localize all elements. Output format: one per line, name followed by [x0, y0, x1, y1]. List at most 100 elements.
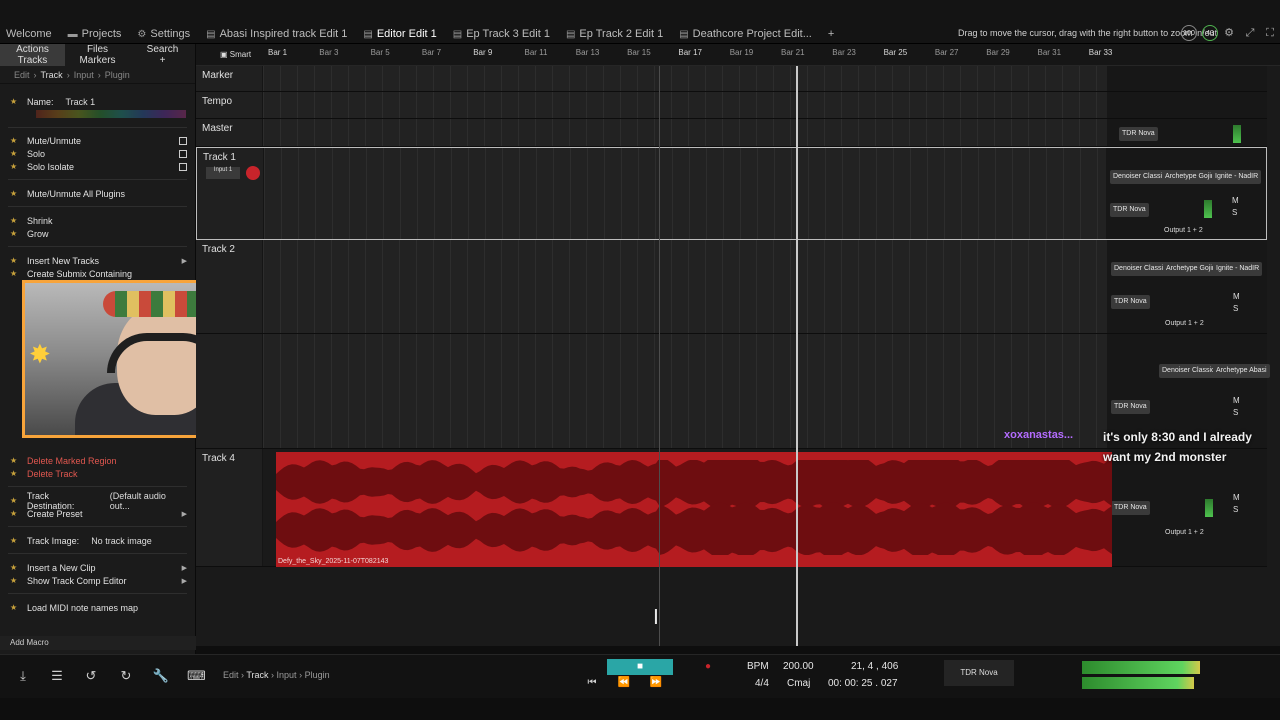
track-header[interactable]: Master: [196, 119, 263, 146]
solo-button[interactable]: S: [1233, 505, 1238, 514]
track-2[interactable]: Track 2 Denoiser Classic Archetype Gojira I…: [196, 240, 1267, 334]
track-lane[interactable]: [264, 148, 1106, 239]
master-plugin-slot[interactable]: TDR Nova: [944, 660, 1014, 686]
keyboard-icon[interactable]: ⌨: [187, 667, 206, 685]
plugin-denoiser[interactable]: Denoiser Classic: [1159, 364, 1218, 378]
audio-clip[interactable]: Defy_the_Sky_2025-11-07T082143: [276, 452, 1112, 567]
marker-track[interactable]: Marker: [196, 66, 1267, 92]
mute-button[interactable]: M: [1233, 396, 1240, 405]
tab-6[interactable]: ▤ Ep Track 2 Edit 1: [560, 24, 673, 44]
track-header[interactable]: Track 4: [196, 449, 263, 566]
bpm-label[interactable]: BPM: [747, 661, 769, 672]
track-header[interactable]: [196, 334, 263, 448]
output-label[interactable]: Output 1 + 2: [1165, 529, 1204, 536]
favorite-star-icon[interactable]: ★: [10, 576, 20, 585]
favorite-star-icon[interactable]: ★: [10, 162, 20, 171]
create-preset[interactable]: ★ Create Preset ▶: [10, 507, 187, 520]
expand-icon[interactable]: ⤢: [1243, 26, 1257, 40]
track-header[interactable]: Marker: [196, 66, 263, 91]
tab-5[interactable]: ▤ Ep Track 3 Edit 1: [447, 24, 560, 44]
solo-button[interactable]: S: [1233, 408, 1238, 417]
favorite-star-icon[interactable]: ★: [10, 456, 20, 465]
plugin-tdr-nova[interactable]: TDR Nova: [1111, 501, 1150, 515]
favorite-star-icon[interactable]: ★: [10, 149, 20, 158]
favorite-star-icon[interactable]: ★: [10, 563, 20, 572]
solo-button[interactable]: S: [1233, 304, 1238, 313]
checkbox[interactable]: [179, 149, 187, 158]
shrink-track[interactable]: ★ Shrink: [10, 214, 187, 227]
crumb[interactable]: Plugin: [305, 670, 330, 680]
track-color-picker[interactable]: [36, 110, 186, 118]
output-label[interactable]: Output 1 + 2: [1164, 227, 1203, 234]
favorite-star-icon[interactable]: ★: [10, 97, 20, 106]
fast-forward-icon[interactable]: ⏩: [645, 676, 667, 690]
key-readout[interactable]: Cmaj: [787, 678, 810, 689]
track-name[interactable]: Master: [202, 123, 233, 134]
track-header[interactable]: Track 1: [197, 148, 264, 239]
track-destination[interactable]: ★ Track Destination: (Default audio out...: [10, 491, 187, 511]
track-1[interactable]: Track 1 Denoiser Classic Archetype Gojira I…: [196, 147, 1267, 240]
tab-search[interactable]: Search +: [130, 44, 195, 66]
solo-button[interactable]: S: [1232, 208, 1237, 217]
favorite-star-icon[interactable]: ★: [10, 256, 20, 265]
undo-icon[interactable]: ↺: [82, 667, 100, 685]
menu-icon[interactable]: ☰: [48, 667, 66, 685]
crumb-input[interactable]: Input: [74, 70, 94, 80]
track-lane[interactable]: [263, 66, 1107, 91]
crumb-plugin[interactable]: Plugin: [105, 70, 130, 80]
favorite-star-icon[interactable]: ★: [10, 603, 20, 612]
track-image[interactable]: ★ Track Image: No track image: [10, 534, 187, 547]
solo-isolate-toggle[interactable]: ★ Solo Isolate: [10, 160, 187, 173]
record-icon[interactable]: ●: [697, 660, 719, 674]
timeline-mode[interactable]: ▣ Smart: [220, 50, 251, 59]
crumb-edit[interactable]: Edit: [14, 70, 30, 80]
mute-toggle[interactable]: ★ Mute/Unmute: [10, 134, 187, 147]
track-lane[interactable]: [263, 240, 1107, 333]
master-track[interactable]: Master TDR Nova: [196, 119, 1267, 147]
time-signature[interactable]: 4/4: [755, 678, 769, 689]
tab-3[interactable]: ▤ Abasi Inspired track Edit 1: [200, 24, 357, 44]
track-header[interactable]: Track 2: [196, 240, 263, 333]
track-header[interactable]: Tempo: [196, 92, 263, 118]
track-name[interactable]: Marker: [202, 70, 233, 81]
add-macro-button[interactable]: Add Macro: [0, 636, 196, 650]
output-label[interactable]: Output 1 + 2: [1165, 320, 1204, 327]
tab-files[interactable]: Files Markers: [65, 44, 130, 66]
stop-button[interactable]: ■: [607, 659, 673, 675]
track-lane[interactable]: [263, 119, 1107, 146]
bpm-value[interactable]: 200.00: [783, 661, 814, 672]
crumb[interactable]: Edit: [223, 670, 239, 680]
plugin-denoiser[interactable]: Denoiser Classic: [1111, 262, 1170, 276]
position-readout[interactable]: 21, 4 , 406: [851, 661, 898, 672]
plugin-denoiser[interactable]: Denoiser Classic: [1110, 170, 1169, 184]
tab-actions[interactable]: Actions Tracks: [0, 44, 65, 66]
plugin-tdr-nova[interactable]: TDR Nova: [1110, 203, 1149, 217]
mute-all-plugins[interactable]: ★ Mute/Unmute All Plugins: [10, 187, 187, 200]
edit-cursor[interactable]: [659, 66, 660, 646]
favorite-star-icon[interactable]: ★: [10, 269, 20, 278]
favorite-star-icon[interactable]: ★: [10, 136, 20, 145]
grow-track[interactable]: ★ Grow: [10, 227, 187, 240]
crumb-track[interactable]: Track: [41, 70, 63, 80]
input-selector[interactable]: Input 1: [206, 167, 240, 179]
track-lane[interactable]: [263, 334, 1107, 448]
tempo-track[interactable]: Tempo: [196, 92, 1267, 119]
track-lane[interactable]: [263, 92, 1107, 118]
crumb[interactable]: Track: [246, 670, 268, 680]
delete-marked-region[interactable]: ★ Delete Marked Region: [10, 454, 187, 467]
rewind-icon[interactable]: ⏪: [613, 676, 635, 690]
redo-icon[interactable]: ↻: [117, 667, 135, 685]
crumb[interactable]: Input: [277, 670, 297, 680]
track-name[interactable]: Track 4: [202, 453, 235, 464]
mute-button[interactable]: M: [1232, 196, 1239, 205]
favorite-star-icon[interactable]: ★: [10, 216, 20, 225]
delete-track[interactable]: ★ Delete Track: [10, 467, 187, 480]
track-name[interactable]: Track 1: [203, 152, 236, 163]
favorite-star-icon[interactable]: ★: [10, 189, 20, 198]
checkbox[interactable]: [179, 162, 187, 171]
tab-1[interactable]: ▬ Projects: [62, 24, 132, 44]
plugin-ignite[interactable]: Ignite - NadIR: [1213, 262, 1263, 276]
plugin-archetype-abasi[interactable]: Archetype Abasi: [1213, 364, 1270, 378]
mute-button[interactable]: M: [1233, 292, 1240, 301]
plugin-tdr-nova[interactable]: TDR Nova: [1111, 295, 1150, 309]
